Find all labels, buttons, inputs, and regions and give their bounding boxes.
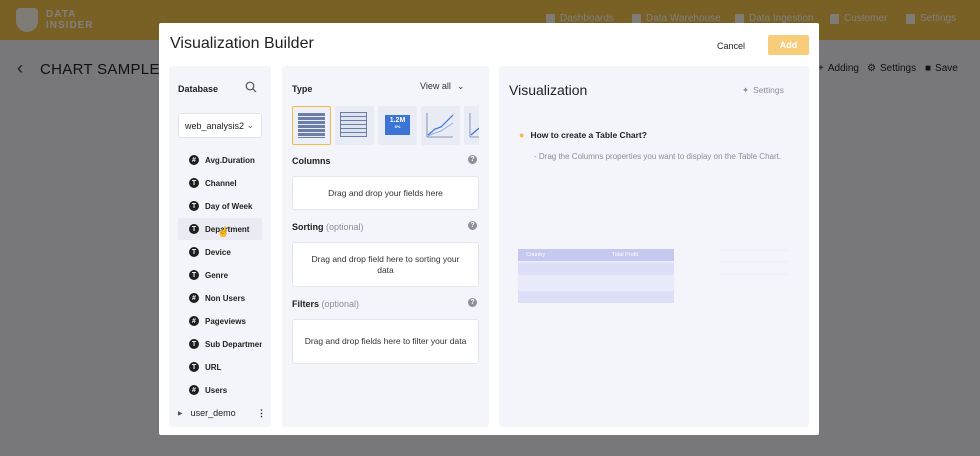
view-all-label: View all (420, 81, 451, 91)
visualization-title: Visualization (509, 82, 588, 98)
columns-label: Columns (292, 156, 331, 166)
sorting-optional-text: (optional) (326, 222, 364, 232)
field-name: Sub Department (205, 339, 262, 349)
settings-label: Settings (753, 85, 784, 95)
cursor-hand-icon: ☝ (217, 227, 230, 238)
chart-type-area[interactable] (464, 106, 479, 145)
caret-right-icon[interactable]: ▶ (178, 410, 183, 417)
chart-type-list: 1.2M 5% (292, 106, 479, 146)
field-device[interactable]: T Device (178, 241, 262, 263)
sub-database-name: user_demo (190, 408, 236, 418)
text-type-icon: T (189, 270, 199, 280)
database-select[interactable]: web_analysis2 ⌄ (178, 113, 262, 138)
text-type-icon: T (189, 178, 199, 188)
text-type-icon: T (189, 362, 199, 372)
chart-type-table[interactable] (292, 106, 331, 145)
text-type-icon: T (189, 201, 199, 211)
field-day-of-week[interactable]: T Day of Week (178, 195, 262, 217)
type-label: Type (292, 84, 313, 94)
field-name: URL (205, 362, 222, 372)
sub-database-user-demo[interactable]: ▶ user_demo ⋮ (178, 406, 266, 420)
field-name: Users (205, 385, 228, 395)
text-type-icon: T (189, 339, 199, 349)
visualization-settings-button[interactable]: ✦ Settings (742, 85, 784, 96)
cancel-button[interactable]: Cancel (707, 37, 755, 55)
chevron-down-icon: ⌄ (246, 120, 254, 130)
field-name: Genre (205, 270, 229, 280)
line-chart-icon (426, 113, 454, 138)
field-url[interactable]: T URL (178, 356, 262, 378)
kpi-value: 1.2M (389, 117, 406, 124)
database-label: Database (178, 84, 219, 94)
sorting-dropzone[interactable]: Drag and drop field here to sorting your… (292, 242, 479, 287)
text-type-icon: T (189, 247, 199, 257)
table-chart-icon (298, 113, 325, 138)
filters-dropzone[interactable]: Drag and drop fields here to filter your… (292, 319, 479, 364)
table-preview: Country Total Profit (518, 249, 674, 303)
preview-header-cell: Total Profit (612, 252, 638, 258)
field-channel[interactable]: T Channel (178, 172, 262, 194)
chevron-down-icon: ⌄ (456, 81, 465, 91)
field-pageviews[interactable]: # Pageviews (178, 310, 262, 332)
preview-legend (719, 249, 789, 297)
preview-row (518, 263, 674, 275)
lightbulb-icon: ● (519, 130, 525, 140)
field-name: Channel (205, 178, 237, 188)
text-type-icon: T (189, 224, 199, 234)
field-name: Device (205, 247, 231, 257)
preview-header-cell: Country (526, 252, 546, 258)
modal-title: Visualization Builder (170, 35, 314, 52)
database-panel: Database web_analysis2 ⌄ # Avg.Duration T… (169, 66, 271, 427)
preview-row (518, 291, 674, 303)
more-options-icon[interactable]: ⋮ (257, 408, 266, 419)
field-non-users[interactable]: # Non Users (178, 287, 262, 309)
help-icon[interactable]: ? (468, 298, 477, 307)
filters-label: Filters (optional) (292, 299, 359, 309)
builder-panel: Type View all ⌄ 1.2M 5% Columns ? Drag a… (282, 66, 489, 427)
number-type-icon: # (189, 293, 199, 303)
field-avg-duration[interactable]: # Avg.Duration (178, 149, 262, 171)
preview-header-row: Country Total Profit (518, 249, 674, 261)
kpi-sub: 5% (394, 124, 401, 129)
add-button[interactable]: Add (768, 35, 809, 55)
field-users[interactable]: # Users (178, 379, 262, 401)
field-name: Non Users (205, 293, 246, 303)
field-name: Day of Week (205, 201, 253, 211)
area-chart-icon (469, 113, 479, 138)
howto-title: How to create a Table Chart? (530, 130, 647, 140)
columns-dropzone[interactable]: Drag and drop your fields here (292, 176, 479, 210)
field-sub-department[interactable]: T Sub Department (178, 333, 262, 355)
field-name: Pageviews (205, 316, 246, 326)
filters-label-text: Filters (292, 299, 320, 309)
help-icon[interactable]: ? (468, 221, 477, 230)
database-selected-value: web_analysis2 (185, 121, 245, 131)
chart-type-pivot-table[interactable] (335, 106, 374, 145)
number-type-icon: # (189, 316, 199, 326)
help-icon[interactable]: ? (468, 155, 477, 164)
chart-type-kpi[interactable]: 1.2M 5% (378, 106, 417, 145)
view-all-button[interactable]: View all ⌄ (420, 81, 464, 92)
visualization-panel: Visualization ✦ Settings ● How to create a… (499, 66, 809, 427)
number-type-icon: # (189, 155, 199, 165)
pivot-table-chart-icon (340, 112, 367, 137)
field-genre[interactable]: T Genre (178, 264, 262, 286)
field-name: Avg.Duration (205, 155, 255, 165)
filters-optional-text: (optional) (321, 299, 360, 309)
number-type-icon: # (189, 385, 199, 395)
tools-icon: ✦ (742, 85, 750, 95)
chart-type-line[interactable] (421, 106, 460, 145)
sorting-label-text: Sorting (292, 222, 324, 232)
preview-row (518, 277, 674, 289)
howto-heading: ● How to create a Table Chart? (519, 130, 647, 140)
field-department[interactable]: T Department ☝ (178, 218, 262, 240)
sorting-label: Sorting (optional) (292, 222, 364, 232)
kpi-chart-icon: 1.2M 5% (385, 115, 410, 135)
howto-description: - Drag the Columns properties you want t… (534, 152, 782, 161)
visualization-builder-modal: Visualization Builder Cancel Add Databas… (159, 23, 819, 435)
search-icon[interactable] (245, 81, 257, 93)
